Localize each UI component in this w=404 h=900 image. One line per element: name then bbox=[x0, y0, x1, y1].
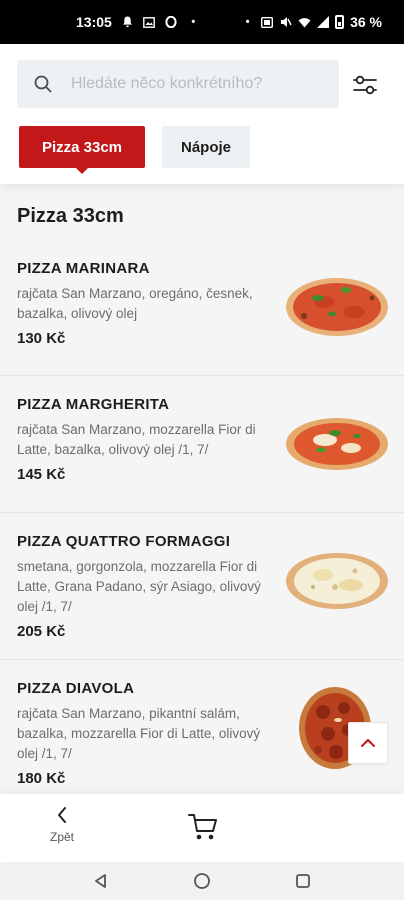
nav-back-icon[interactable] bbox=[93, 873, 109, 889]
category-tabs: Pizza 33cm Nápoje bbox=[19, 126, 250, 174]
section-title: Pizza 33cm bbox=[17, 205, 124, 227]
item-price: 205 Kč bbox=[17, 623, 66, 640]
dot-icon: • bbox=[245, 16, 250, 28]
menu-list: Pizza 33cm PIZZA MARINARA rajčata San Ma… bbox=[0, 184, 404, 794]
signal-icon bbox=[317, 16, 330, 28]
wifi-icon bbox=[298, 16, 311, 29]
item-name: PIZZA DIAVOLA bbox=[17, 680, 135, 697]
chevron-up-icon bbox=[361, 739, 375, 747]
gallery-icon bbox=[143, 16, 156, 29]
dot-icon: • bbox=[191, 16, 196, 28]
mute-icon bbox=[279, 16, 292, 29]
item-description: smetana, gorgonzola, mozzarella Fior di … bbox=[17, 559, 261, 614]
tab-napoje[interactable]: Nápoje bbox=[162, 126, 250, 168]
item-name: PIZZA MARINARA bbox=[17, 260, 150, 277]
menu-item[interactable]: PIZZA MARINARA rajčata San Marzano, oreg… bbox=[0, 238, 404, 376]
notification-bell-icon bbox=[121, 16, 134, 29]
tab-pizza-33cm[interactable]: Pizza 33cm bbox=[19, 126, 145, 174]
item-price: 180 Kč bbox=[17, 770, 66, 787]
pizza-marinara-image bbox=[286, 278, 388, 336]
nav-recents-icon[interactable] bbox=[295, 873, 311, 889]
battery-icon bbox=[335, 15, 345, 29]
sliders-icon bbox=[353, 75, 377, 95]
search-box[interactable] bbox=[17, 60, 339, 108]
scroll-to-top-button[interactable] bbox=[348, 722, 388, 764]
status-bar: 13:05 • • 36 % bbox=[0, 0, 404, 44]
item-price: 145 Kč bbox=[17, 466, 66, 483]
item-description: rajčata San Marzano, mozzarella Fior di … bbox=[17, 422, 256, 457]
search-input[interactable] bbox=[71, 75, 311, 93]
bottom-bar: Zpět bbox=[0, 794, 404, 862]
cart-icon bbox=[188, 814, 217, 840]
back-label: Zpět bbox=[49, 830, 74, 844]
chevron-left-icon bbox=[58, 807, 66, 823]
status-time: 13:05 bbox=[76, 14, 112, 30]
battery-percent: 36 % bbox=[350, 14, 382, 30]
system-nav-bar bbox=[0, 862, 404, 900]
menu-item[interactable]: PIZZA MARGHERITA rajčata San Marzano, mo… bbox=[0, 376, 404, 513]
item-name: PIZZA MARGHERITA bbox=[17, 396, 170, 413]
menu-item[interactable]: PIZZA QUATTRO FORMAGGI smetana, gorgonzo… bbox=[0, 513, 404, 660]
item-name: PIZZA QUATTRO FORMAGGI bbox=[17, 533, 231, 550]
cart-button[interactable] bbox=[186, 812, 220, 842]
pizza-margherita-image bbox=[286, 418, 388, 470]
nfc-icon bbox=[260, 16, 273, 29]
back-button[interactable]: Zpět bbox=[40, 806, 84, 852]
top-bar: Pizza 33cm Nápoje bbox=[0, 44, 404, 184]
item-description: rajčata San Marzano, oregáno, česnek, ba… bbox=[17, 286, 253, 321]
pizza-quattro-formaggi-image bbox=[286, 553, 388, 609]
menu-item[interactable]: PIZZA DIAVOLA rajčata San Marzano, pikan… bbox=[0, 660, 404, 794]
item-price: 130 Kč bbox=[17, 330, 66, 347]
opera-icon bbox=[165, 16, 178, 29]
nav-home-icon[interactable] bbox=[193, 872, 211, 890]
search-icon bbox=[34, 75, 52, 93]
filter-button[interactable] bbox=[350, 70, 380, 100]
item-description: rajčata San Marzano, pikantní salám, baz… bbox=[17, 706, 261, 761]
